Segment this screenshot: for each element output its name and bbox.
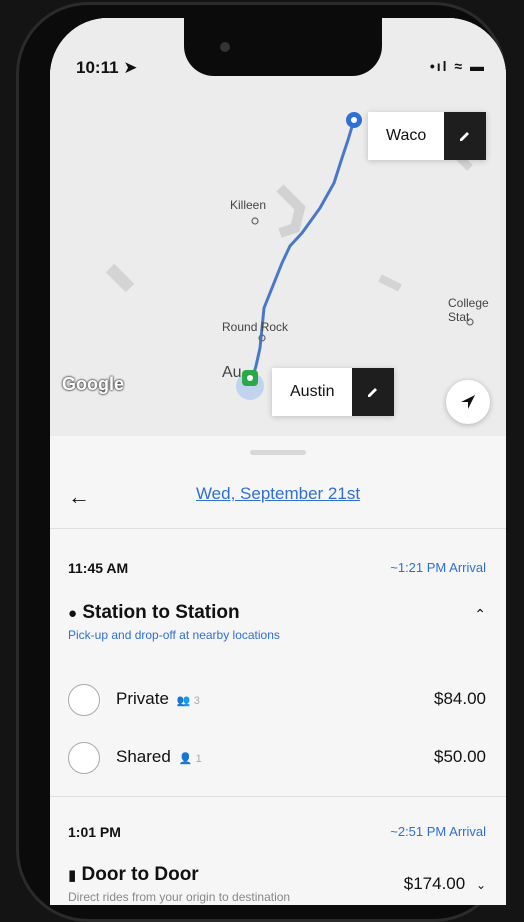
divider (50, 528, 506, 529)
location-pin-icon: ● (68, 605, 78, 622)
destination-label: Waco (386, 127, 427, 144)
trip-options-sheet: ← Wed, September 21st 11:45 AM ~1:21 PM … (50, 436, 506, 905)
ride-name: Private (116, 689, 169, 708)
chevron-up-icon[interactable]: ⌃ (474, 606, 486, 623)
shared-radio[interactable] (68, 742, 100, 774)
camera-icon (220, 42, 230, 52)
station-to-station-header[interactable]: ● Station to Station Pick-up and drop-of… (68, 602, 486, 642)
ride-name: Shared (116, 747, 171, 766)
person-icon: 👤 1 (178, 753, 202, 765)
map-place-killeen: Killeen (230, 198, 267, 212)
capacity: 3 (193, 695, 200, 707)
door-icon: ▮ (68, 867, 77, 884)
capacity: 1 (195, 753, 202, 765)
edit-destination-button[interactable] (444, 112, 487, 160)
map-place-round-rock: Round Rock (222, 320, 289, 334)
option-price: $174.00 (403, 874, 466, 893)
pencil-icon (368, 388, 378, 397)
trip-time-row: 1:01 PM ~2:51 PM Arrival (68, 824, 486, 842)
origin-label: Austin (290, 383, 335, 400)
ride-option-private[interactable]: Private 👥 3 $84.00 (68, 684, 486, 718)
pencil-icon (460, 132, 470, 141)
google-logo: Google (62, 374, 124, 394)
divider (50, 796, 506, 797)
arrival-time: ~2:51 PM Arrival (390, 824, 486, 839)
option-title: Station to Station (82, 602, 240, 623)
locate-me-button[interactable] (446, 380, 490, 424)
people-icon: 👥 3 (176, 695, 200, 707)
private-radio[interactable] (68, 684, 100, 716)
phone-frame: Killeen Round Rock College Stat Au 10:11… (16, 2, 506, 922)
ride-price: $50.00 (434, 747, 486, 766)
date-header: ← Wed, September 21st (50, 476, 506, 522)
destination-card[interactable]: Waco (368, 112, 487, 160)
map-place-austin: Au (222, 364, 242, 381)
status-time: 10:11 ➤ (76, 58, 138, 77)
arrival-time: ~1:21 PM Arrival (390, 560, 486, 575)
date-picker-link[interactable]: Wed, September 21st (50, 484, 506, 504)
sheet-drag-handle[interactable] (250, 450, 306, 455)
ride-price: $84.00 (434, 689, 486, 708)
edit-origin-button[interactable] (352, 368, 395, 416)
route-map[interactable]: Killeen Round Rock College Stat Au 10:11… (50, 18, 506, 436)
origin-card[interactable]: Austin (272, 368, 395, 416)
depart-time: 1:01 PM (68, 824, 121, 840)
status-icons: •ıl ≈ ▬ (429, 58, 486, 74)
depart-time: 11:45 AM (68, 560, 129, 576)
ride-option-shared[interactable]: Shared 👤 1 $50.00 (68, 742, 486, 776)
door-to-door-header[interactable]: ▮ Door to Door Direct rides from your or… (68, 864, 486, 904)
app-screen: Killeen Round Rock College Stat Au 10:11… (50, 18, 506, 905)
chevron-down-icon[interactable]: ⌄ (476, 878, 486, 892)
map-place-college-station: College Stat (448, 296, 489, 324)
phone-notch (184, 18, 382, 76)
option-subtitle: Pick-up and drop-off at nearby locations (68, 628, 280, 642)
option-title: Door to Door (81, 864, 199, 885)
navigation-arrow-icon (461, 395, 475, 409)
trip-time-row: 11:45 AM ~1:21 PM Arrival (68, 560, 486, 578)
